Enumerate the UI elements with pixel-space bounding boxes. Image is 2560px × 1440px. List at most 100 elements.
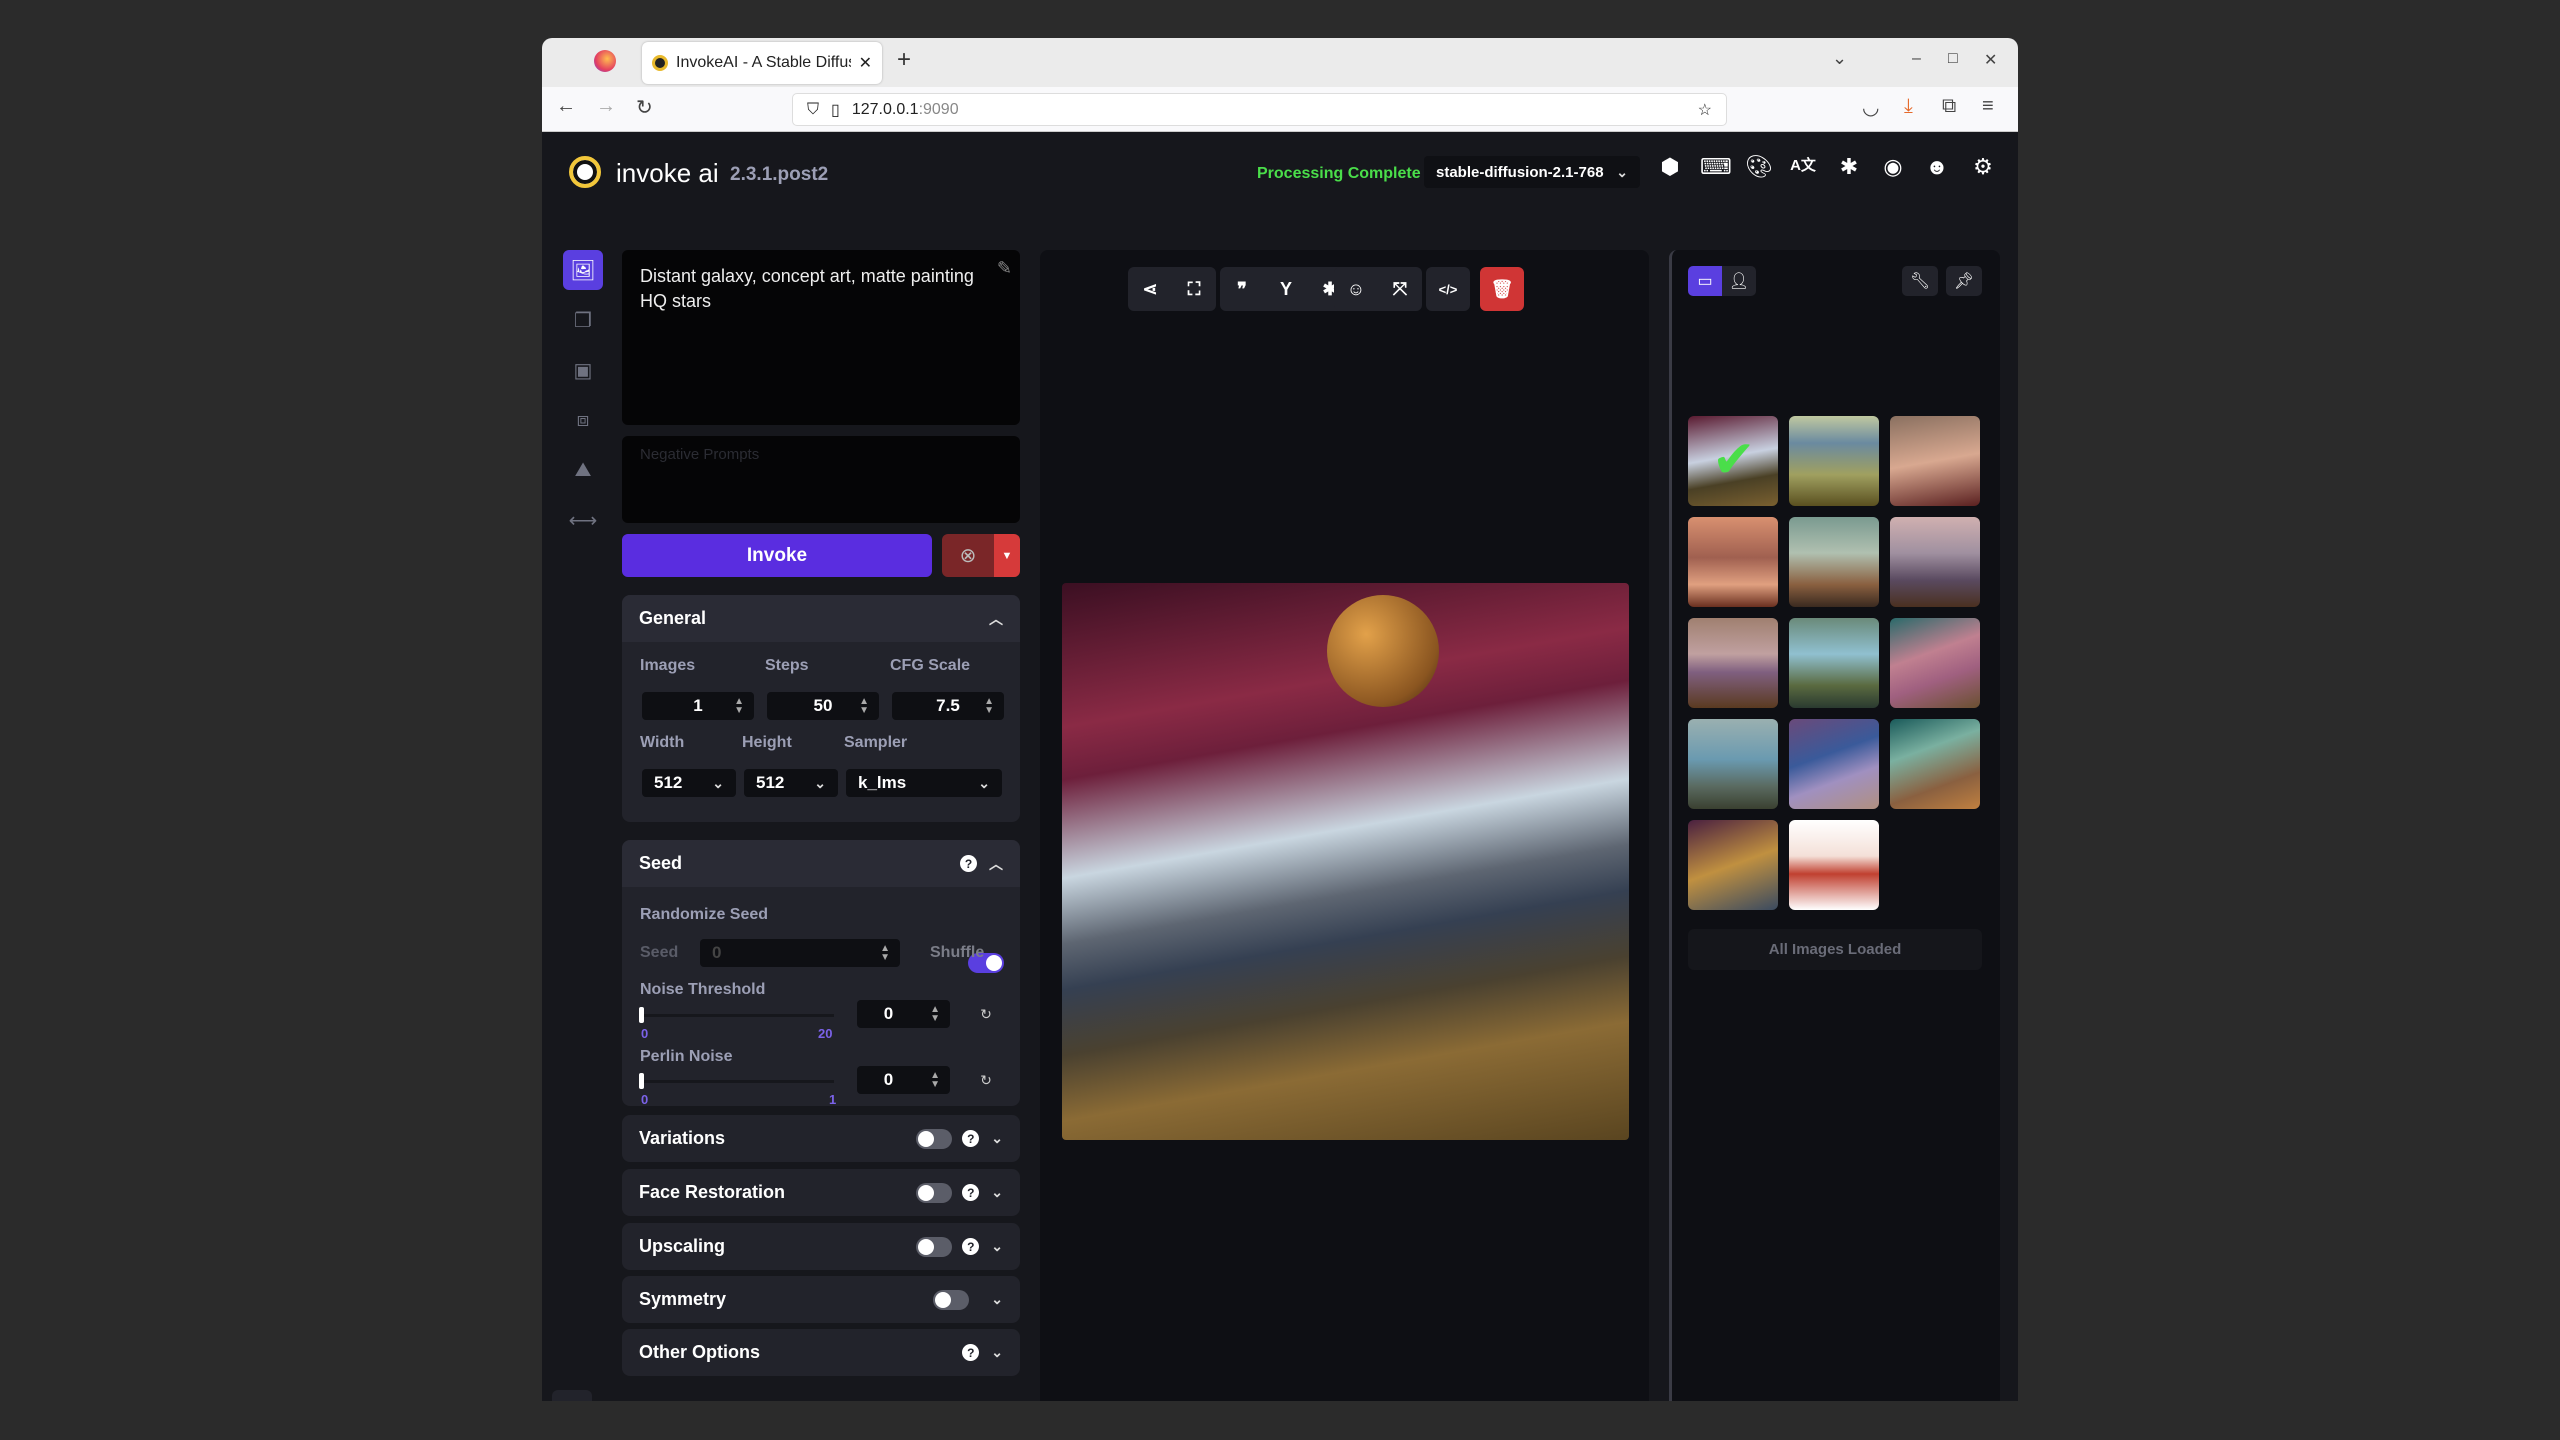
stepper-icon[interactable]: ▲ ▼	[859, 697, 869, 716]
face-restoration-section[interactable]: Face Restoration? ⌄	[622, 1169, 1020, 1216]
help-icon[interactable]: ?	[960, 855, 977, 872]
other-options-section[interactable]: Other Options? ⌄	[622, 1329, 1020, 1376]
tab-unified-canvas[interactable]: ▣	[563, 350, 603, 390]
tab-nodes[interactable]: ⧈	[563, 400, 603, 440]
help-icon[interactable]: ?	[962, 1238, 980, 1255]
bug-icon[interactable]: ✱	[1834, 154, 1864, 180]
gallery-thumbnail[interactable]	[1688, 820, 1778, 910]
seed-header[interactable]: Seed? ︿	[622, 840, 1020, 887]
close-tab-icon[interactable]: ✕	[859, 53, 872, 73]
discord-icon[interactable]: ☻	[1922, 154, 1952, 180]
upscaling-toggle[interactable]	[916, 1236, 953, 1257]
symmetry-toggle[interactable]	[933, 1289, 970, 1310]
use-prompt-icon[interactable]: ❞	[1220, 267, 1264, 311]
images-input[interactable]: 1 ▲ ▼	[642, 692, 754, 720]
hotkeys-icon[interactable]: ⌨	[1700, 154, 1732, 180]
share-icon[interactable]: ⋖	[1128, 267, 1172, 311]
noise-threshold-input[interactable]: 0 ▲ ▼	[857, 1000, 950, 1028]
gallery-thumbnail[interactable]	[1688, 719, 1778, 809]
face-restore-icon[interactable]: ☺	[1334, 267, 1378, 311]
tab-image-to-image[interactable]: ❐	[563, 300, 603, 340]
negative-prompt-input[interactable]: Negative Prompts	[622, 436, 1020, 523]
noise-threshold-handle[interactable]	[639, 1007, 644, 1023]
minimize-icon[interactable]: –	[1912, 50, 1921, 68]
reload-icon[interactable]: ↻	[636, 95, 653, 120]
address-bar[interactable]: ⛉ ▯ 127.0.0.1:9090 ☆	[792, 93, 1727, 126]
forward-icon[interactable]: →	[596, 95, 616, 118]
download-icon[interactable]: ⤓	[1904, 95, 1913, 118]
shuffle-button[interactable]: Shuffle	[930, 944, 984, 962]
code-icon[interactable]: </>	[1426, 267, 1470, 311]
perlin-noise-handle[interactable]	[639, 1073, 644, 1089]
gallery-thumbnail[interactable]	[1688, 517, 1778, 607]
cancel-options-button[interactable]: ▼	[994, 534, 1020, 577]
cfg-input[interactable]: 7.5 ▲ ▼	[892, 692, 1004, 720]
tab-text-to-image[interactable]: 🖼︎	[563, 250, 603, 290]
gallery-thumbnail[interactable]	[1890, 517, 1980, 607]
gallery-thumbnail[interactable]: ✔	[1688, 416, 1778, 506]
invoke-button[interactable]: Invoke	[622, 534, 932, 577]
upscaling-section[interactable]: Upscaling? ⌄	[622, 1223, 1020, 1270]
close-window-icon[interactable]: ✕	[1984, 50, 1997, 70]
perlin-noise-slider[interactable]	[640, 1080, 834, 1083]
tab-training[interactable]: ⟷	[563, 500, 603, 540]
back-icon[interactable]: ←	[556, 95, 576, 118]
gallery-thumbnail[interactable]	[1789, 618, 1879, 708]
sampler-select[interactable]: k_lms ⌄	[846, 769, 1002, 797]
github-icon[interactable]: ◉	[1878, 154, 1908, 180]
trash-icon[interactable]: 🗑︎	[1480, 267, 1524, 311]
browser-tab[interactable]: InvokeAI - A Stable Diffus ✕	[642, 42, 882, 84]
general-header[interactable]: General ︿	[622, 595, 1020, 642]
seed-input[interactable]: 0 ▲ ▼	[700, 939, 900, 967]
maximize-icon[interactable]: □	[1948, 50, 1958, 68]
gallery-thumbnail[interactable]	[1688, 618, 1778, 708]
new-tab-icon[interactable]: +	[897, 46, 911, 74]
gallery-thumbnail[interactable]	[1890, 618, 1980, 708]
tab-postprocessing[interactable]: ⛰	[563, 450, 603, 490]
stepper-icon[interactable]: ▲ ▼	[930, 1005, 940, 1024]
bookmark-star-icon[interactable]: ☆	[1698, 100, 1712, 120]
variations-section[interactable]: Variations? ⌄	[622, 1115, 1020, 1162]
steps-input[interactable]: 50 ▲ ▼	[767, 692, 879, 720]
help-icon[interactable]: ?	[962, 1344, 980, 1361]
pocket-icon[interactable]: ◡	[1862, 95, 1879, 120]
width-select[interactable]: 512 ⌄	[642, 769, 736, 797]
stepper-icon[interactable]: ▲ ▼	[734, 697, 744, 716]
tab-list-icon[interactable]: ⌄	[1832, 48, 1847, 69]
reset-perlin-button[interactable]: ↻	[970, 1066, 1002, 1094]
face-restoration-toggle[interactable]	[916, 1182, 953, 1203]
upscale-icon[interactable]: ⤧	[1378, 267, 1422, 311]
gallery-thumbnail[interactable]	[1789, 416, 1879, 506]
gallery-thumbnail[interactable]	[1789, 517, 1879, 607]
cancel-button[interactable]: ⊗	[942, 534, 994, 577]
model-manager-icon[interactable]: ⬢	[1655, 154, 1685, 180]
gallery-thumbnail[interactable]	[1890, 416, 1980, 506]
menu-icon[interactable]: ≡	[1982, 95, 1994, 118]
current-image[interactable]	[1062, 583, 1629, 1140]
language-icon[interactable]: A文	[1788, 154, 1818, 175]
noise-threshold-slider[interactable]	[640, 1014, 834, 1017]
stepper-icon[interactable]: ▲ ▼	[984, 697, 994, 716]
theme-icon[interactable]: 🎨︎	[1744, 154, 1774, 180]
model-select[interactable]: stable-diffusion-2.1-768 ⌄	[1424, 156, 1640, 188]
perlin-noise-input[interactable]: 0 ▲ ▼	[857, 1066, 950, 1094]
help-icon[interactable]: ?	[962, 1130, 980, 1147]
gallery-thumbnail[interactable]	[1789, 719, 1879, 809]
prompt-input[interactable]: Distant galaxy, concept art, matte paint…	[622, 250, 1020, 425]
uploads-tab[interactable]: 👤︎	[1722, 266, 1756, 296]
gallery-settings-button[interactable]: 🔧︎	[1902, 266, 1938, 296]
use-seed-icon[interactable]: Y	[1264, 267, 1308, 311]
gallery-thumbnail[interactable]	[1789, 820, 1879, 910]
generations-tab[interactable]: ▭	[1688, 266, 1722, 296]
settings-icon[interactable]: ⚙	[1968, 154, 1998, 180]
symmetry-section[interactable]: Symmetry ⌄	[622, 1276, 1020, 1323]
fullscreen-icon[interactable]: ⛶	[1172, 267, 1216, 311]
extensions-icon[interactable]: ⧉	[1942, 95, 1956, 118]
toggle-panel-button[interactable]: </>	[552, 1390, 592, 1401]
gallery-thumbnail[interactable]	[1890, 719, 1980, 809]
height-select[interactable]: 512 ⌄	[744, 769, 838, 797]
variations-toggle[interactable]	[916, 1128, 953, 1149]
help-icon[interactable]: ?	[962, 1184, 980, 1201]
stepper-icon[interactable]: ▲ ▼	[930, 1071, 940, 1090]
reset-noise-button[interactable]: ↻	[970, 1000, 1002, 1028]
